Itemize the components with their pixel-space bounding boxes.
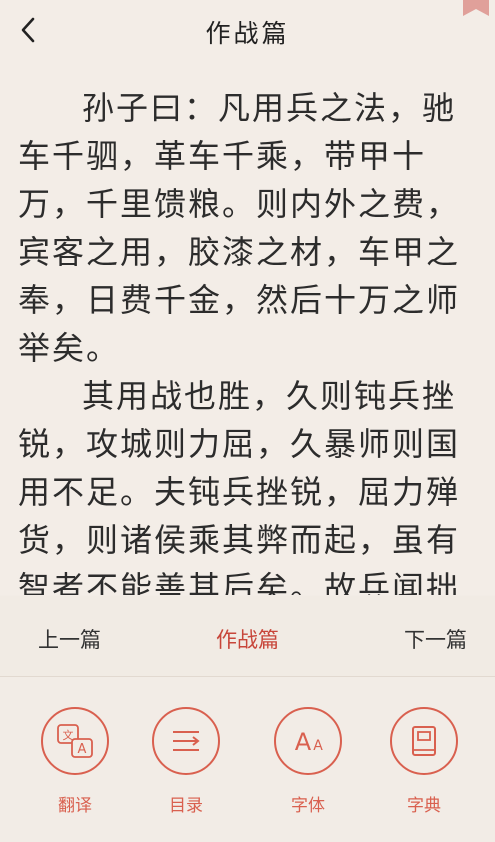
toc-button-circle <box>152 707 220 775</box>
paragraph: 孙子曰：凡用兵之法，驰车千驷，革车千乘，带甲十万，千里馈粮。则内外之费，宾客之用… <box>18 89 461 367</box>
svg-text:A: A <box>295 728 312 756</box>
translate-button-circle: 文 A <box>41 707 109 775</box>
font-button-circle: A A <box>274 707 342 775</box>
top-bar: 作战篇 <box>0 0 495 62</box>
dictionary-icon <box>412 726 436 756</box>
paragraph: 其用战也胜，久则钝兵挫锐，攻城则力屈，久暴师则国用不足。夫钝兵挫锐，屈力殚货，则… <box>18 377 461 595</box>
next-chapter-button[interactable]: 下一篇 <box>404 624 467 654</box>
bottom-toolbar: 文 A 翻译 目录 A A 字体 字典 <box>0 677 495 842</box>
page-title: 作战篇 <box>205 19 290 48</box>
translate-button[interactable]: 文 A 翻译 <box>30 707 120 816</box>
dictionary-button-circle <box>390 707 458 775</box>
svg-text:A: A <box>313 738 323 754</box>
font-size-icon: A A <box>295 728 323 756</box>
toc-label: 目录 <box>169 796 203 816</box>
translate-label: 翻译 <box>58 796 92 816</box>
chapter-nav: 上一篇 作战篇 下一篇 <box>0 596 495 677</box>
reader-view: 作战篇 孙子曰：凡用兵之法，驰车千驷，革车千乘，带甲十万，千里馈粮。则内外之费，… <box>0 0 495 595</box>
svg-text:A: A <box>78 742 87 757</box>
dictionary-label: 字典 <box>407 796 441 816</box>
toc-icon <box>173 731 200 751</box>
translate-icon: 文 A <box>57 724 93 758</box>
dictionary-button[interactable]: 字典 <box>379 707 469 816</box>
bookmark-icon[interactable] <box>463 0 489 16</box>
chapter-text: 孙子曰：凡用兵之法，驰车千驷，革车千乘，带甲十万，千里馈粮。则内外之费，宾客之用… <box>18 84 484 595</box>
toc-button[interactable]: 目录 <box>141 707 231 816</box>
font-button[interactable]: A A 字体 <box>263 707 353 816</box>
font-label: 字体 <box>291 796 325 816</box>
